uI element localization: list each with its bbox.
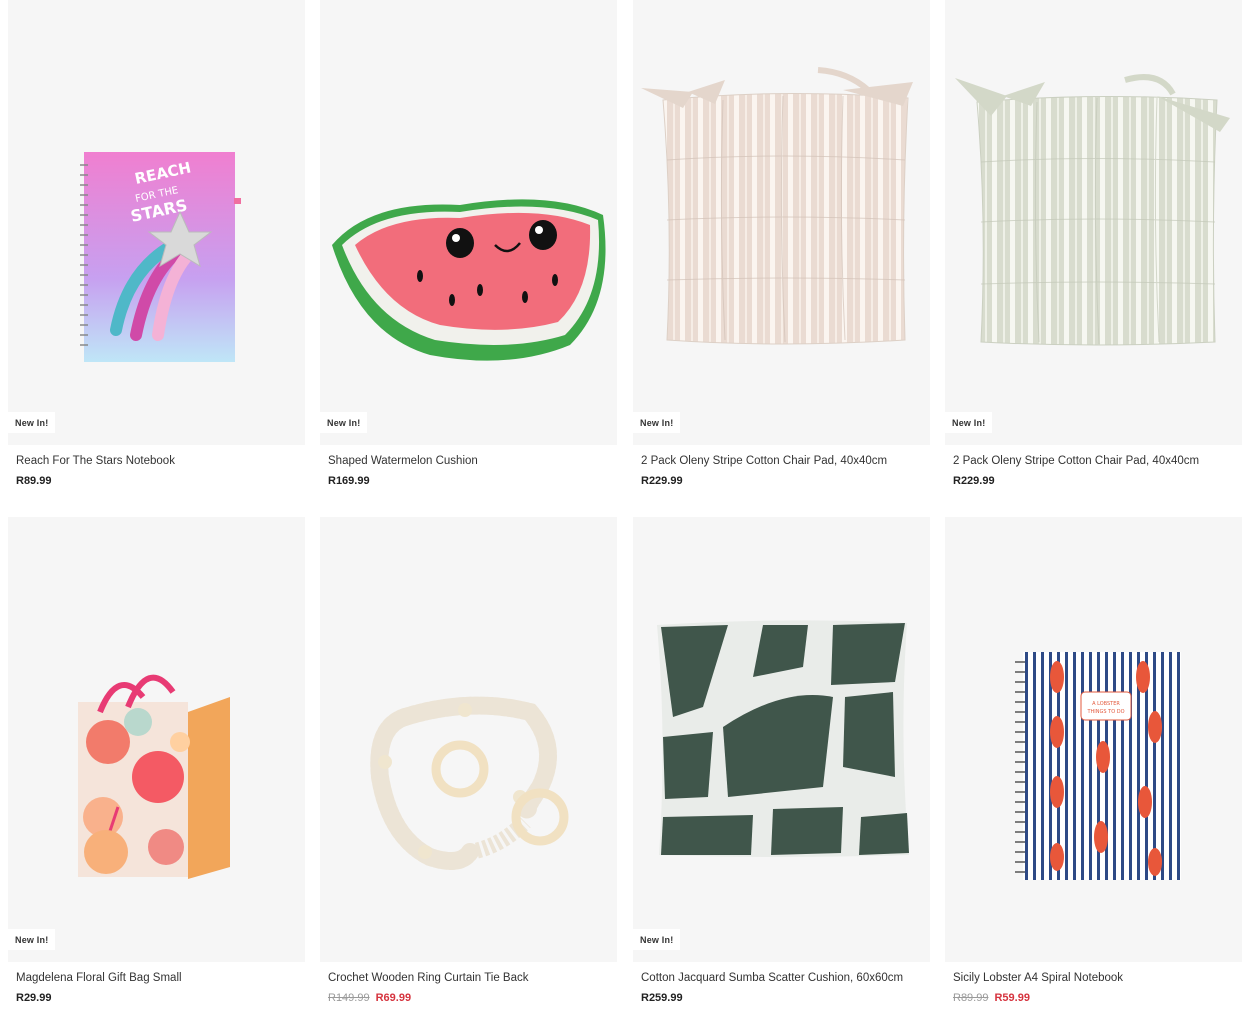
product-name[interactable]: Sicily Lobster A4 Spiral Notebook	[953, 972, 1123, 984]
product-image[interactable]	[633, 517, 930, 962]
new-in-badge: New In!	[945, 412, 993, 433]
new-in-badge: New In!	[633, 412, 681, 433]
notebook-stars-image: REACH FOR THE STARS	[80, 152, 241, 362]
product-name[interactable]: Cotton Jacquard Sumba Scatter Cushion, 6…	[641, 972, 903, 984]
product-price: R259.99	[641, 992, 683, 1004]
price-value: R169.99	[328, 475, 370, 487]
product-price: R229.99	[953, 475, 995, 487]
product-price: R89.99 R59.99	[953, 992, 1030, 1004]
new-in-badge: New In!	[320, 412, 368, 433]
beige-chair-pad-image	[641, 67, 913, 345]
product-image[interactable]	[320, 0, 617, 445]
product-price: R229.99	[641, 475, 683, 487]
original-price: R149.99	[328, 992, 370, 1004]
product-image[interactable]: REACH FOR THE STARS	[8, 0, 305, 445]
new-in-badge: New In!	[8, 412, 56, 433]
price-value: R29.99	[16, 992, 52, 1004]
product-name[interactable]: Magdelena Floral Gift Bag Small	[16, 972, 182, 984]
floral-gift-bag-image	[78, 674, 230, 879]
product-image[interactable]	[633, 0, 930, 445]
curtain-tie-back-image	[370, 696, 569, 870]
lobster-notebook-image: A LOBSTER THINGS TO DO	[1015, 652, 1181, 880]
jacquard-cushion-image	[657, 620, 909, 857]
product-image[interactable]	[8, 517, 305, 962]
product-image[interactable]: A LOBSTER THINGS TO DO	[945, 517, 1242, 962]
product-image[interactable]	[945, 0, 1242, 445]
price-value: R259.99	[641, 992, 683, 1004]
svg-text:THINGS TO DO: THINGS TO DO	[1086, 709, 1124, 715]
new-in-badge: New In!	[633, 929, 681, 950]
sale-price: R69.99	[375, 992, 412, 1004]
product-name[interactable]: 2 Pack Oleny Stripe Cotton Chair Pad, 40…	[953, 455, 1199, 467]
product-name[interactable]: Shaped Watermelon Cushion	[328, 455, 478, 467]
notebook-cover-text: A LOBSTER	[1092, 701, 1120, 707]
sale-price: R59.99	[994, 992, 1030, 1004]
product-price: R149.99 R69.99	[328, 992, 411, 1004]
watermelon-cushion-image	[332, 199, 606, 361]
product-name[interactable]: Crochet Wooden Ring Curtain Tie Back	[328, 972, 529, 984]
product-price: R89.99	[16, 475, 51, 487]
product-price: R169.99	[328, 475, 370, 487]
new-in-badge: New In!	[8, 929, 56, 950]
sage-chair-pad-image	[955, 74, 1230, 346]
price-value: R229.99	[953, 475, 995, 487]
price-value: R89.99	[16, 475, 52, 487]
product-price: R29.99	[16, 992, 51, 1004]
original-price: R89.99	[953, 992, 989, 1004]
product-name[interactable]: 2 Pack Oleny Stripe Cotton Chair Pad, 40…	[641, 455, 887, 467]
product-image[interactable]	[320, 517, 617, 962]
price-value: R229.99	[641, 475, 683, 487]
product-name[interactable]: Reach For The Stars Notebook	[16, 455, 175, 467]
